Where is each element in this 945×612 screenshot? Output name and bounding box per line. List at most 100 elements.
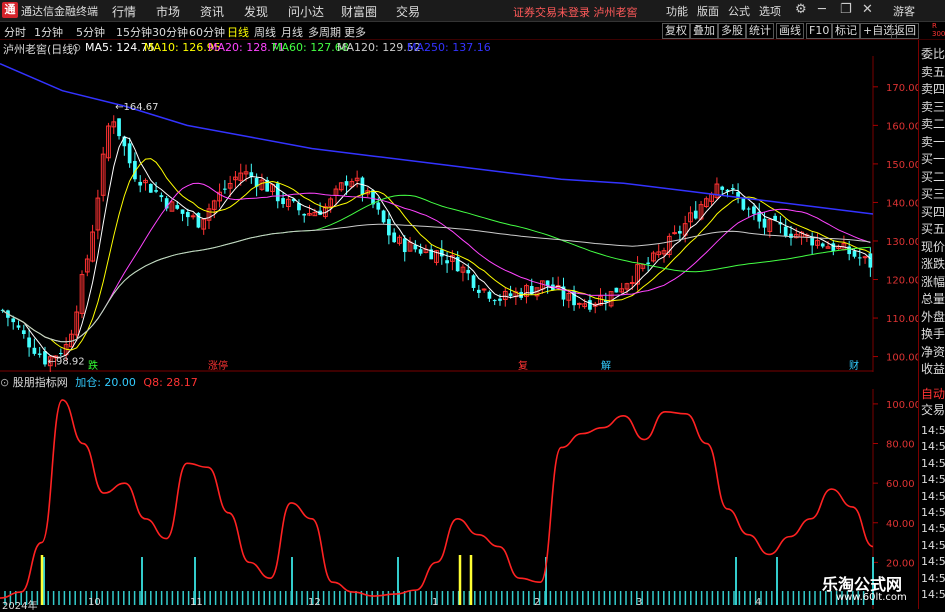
- menu-options[interactable]: 选项: [759, 3, 781, 19]
- event-mark: 解: [601, 359, 611, 372]
- high-price-label: ←164.67: [115, 102, 158, 113]
- candle-body: [21, 330, 26, 335]
- menu-wealth[interactable]: 财富圈: [341, 3, 377, 20]
- tick-time: 14:56: [921, 555, 945, 569]
- price-tick-label: 130.00: [886, 237, 918, 248]
- menu-guest[interactable]: 游客: [893, 3, 915, 19]
- period-30min[interactable]: 30分钟: [152, 24, 188, 40]
- overlay-button[interactable]: 叠加: [690, 23, 718, 39]
- quote-item-label: 涨跌: [921, 257, 945, 271]
- x-axis-label: 10: [88, 597, 101, 608]
- menu-function[interactable]: 功能: [666, 3, 688, 19]
- multi-stock-button[interactable]: 多股: [718, 23, 746, 39]
- candle-body: [614, 287, 619, 293]
- quote-item-label: 卖五: [921, 64, 945, 79]
- menu-exchange[interactable]: 市场: [156, 3, 180, 20]
- candle-body: [439, 249, 444, 257]
- stats-button[interactable]: 统计: [746, 23, 774, 39]
- menu-discover[interactable]: 发现: [244, 3, 268, 20]
- ma120-line: [2, 223, 871, 343]
- tick-time: 14:56: [921, 456, 945, 470]
- candle-body: [693, 210, 698, 219]
- candle-body: [481, 288, 487, 291]
- quote-item-label: 买五: [921, 222, 945, 236]
- menu-market[interactable]: 行情: [112, 3, 136, 20]
- tick-time: 14:56: [921, 538, 945, 552]
- candle-body: [138, 181, 143, 186]
- quote-item-label[interactable]: 自动: [921, 385, 945, 402]
- period-5min[interactable]: 5分钟: [76, 24, 105, 40]
- candle-body: [672, 232, 677, 235]
- candle-body: [154, 190, 158, 192]
- indicator-toggle-icon[interactable]: ⊙: [0, 376, 9, 389]
- menu-formula[interactable]: 公式: [728, 3, 750, 19]
- quote-item-label: 现价: [921, 239, 945, 254]
- indicator-name: 股朋指标网: [12, 376, 68, 389]
- candle-body: [402, 238, 407, 253]
- quote-item-label: 外盘: [921, 309, 945, 324]
- quote-item-label: 买二: [921, 169, 945, 184]
- candle-body: [281, 198, 285, 205]
- candle-body: [185, 212, 190, 218]
- period-timeshare[interactable]: 分时: [4, 24, 26, 40]
- candle-body: [127, 143, 132, 164]
- price-tick-label: 150.00: [886, 160, 918, 171]
- indicator-chart[interactable]: 100.00 80.00 60.00 40.00 20.00: [0, 389, 918, 609]
- ma-toggle-icon[interactable]: ⊙: [72, 41, 81, 54]
- event-mark: 涨停: [208, 359, 228, 372]
- close-icon[interactable]: ✕: [862, 2, 873, 17]
- ma60-line: [2, 194, 871, 343]
- candle-body: [117, 118, 121, 137]
- back-button[interactable]: 返回: [891, 23, 919, 39]
- settings-icon[interactable]: ⚙: [795, 2, 807, 17]
- ma250-line: [0, 63, 874, 215]
- indicator-tick-label: 80.00: [886, 440, 915, 451]
- x-axis-label: 4: [755, 597, 762, 608]
- tick-time: 14:56: [921, 506, 945, 519]
- right-quote-panel: 委比 卖五 卖四 卖三 卖二 卖一 买一 买二 买三 买四 买五 现价 涨跌 涨幅 总量 外盘 换手 净资 收益 自动…: [918, 40, 945, 609]
- candle-body: [376, 202, 381, 210]
- price-tick-label: 110.00: [886, 314, 918, 325]
- candle-body: [11, 318, 16, 323]
- period-1min[interactable]: 1分钟: [34, 24, 63, 40]
- period-multi[interactable]: 多周期: [308, 24, 341, 40]
- ma250-label: MA250: 137.16: [407, 41, 491, 54]
- mark-button[interactable]: 标记: [832, 23, 860, 39]
- period-daily[interactable]: 日线: [227, 24, 249, 40]
- quote-item-label: 涨幅: [921, 274, 945, 289]
- period-toolbar: 分时 1分钟 5分钟 15分钟 30分钟 60分钟 日线 周线 月线 多周期 更…: [0, 22, 945, 40]
- price-tick-label: 140.00: [886, 198, 918, 209]
- price-tick-label: 100.00: [886, 353, 918, 364]
- adjust-button[interactable]: 复权: [662, 23, 690, 39]
- menu-trade[interactable]: 交易: [396, 3, 420, 20]
- candle-body: [588, 300, 592, 310]
- corner-label: R 300: [932, 22, 945, 38]
- candle-body: [762, 218, 767, 228]
- draw-line-button[interactable]: 画线: [776, 23, 804, 39]
- event-mark: 复: [518, 359, 528, 372]
- candle-body: [381, 210, 386, 223]
- period-15min[interactable]: 15分钟: [116, 24, 152, 40]
- f10-button[interactable]: F10: [806, 23, 833, 39]
- candle-body: [577, 302, 582, 305]
- period-weekly[interactable]: 周线: [254, 24, 276, 40]
- tick-time: 14:56: [921, 522, 945, 536]
- menu-layout[interactable]: 版面: [697, 3, 719, 19]
- minimize-icon[interactable]: ─: [818, 2, 826, 17]
- event-mark: 财: [849, 359, 859, 372]
- quote-item-label: 买三: [921, 187, 945, 201]
- kline-chart[interactable]: 170.00 160.00 150.00 140.00 130.00 120.00 110.…: [0, 56, 918, 372]
- candle-body: [476, 289, 481, 293]
- period-60min[interactable]: 60分钟: [189, 24, 225, 40]
- quote-item-label: 收益: [921, 362, 945, 376]
- x-axis-label: 3: [636, 597, 643, 608]
- period-more[interactable]: 更多: [344, 24, 366, 40]
- menu-ask[interactable]: 问小达: [288, 3, 324, 20]
- candle-body: [678, 231, 682, 234]
- restore-icon[interactable]: ❐: [840, 2, 852, 17]
- menu-news[interactable]: 资讯: [200, 3, 224, 20]
- period-monthly[interactable]: 月线: [281, 24, 303, 40]
- quote-item-label[interactable]: 交易: [921, 401, 945, 418]
- candle-body: [175, 205, 180, 209]
- candle-body: [487, 291, 492, 299]
